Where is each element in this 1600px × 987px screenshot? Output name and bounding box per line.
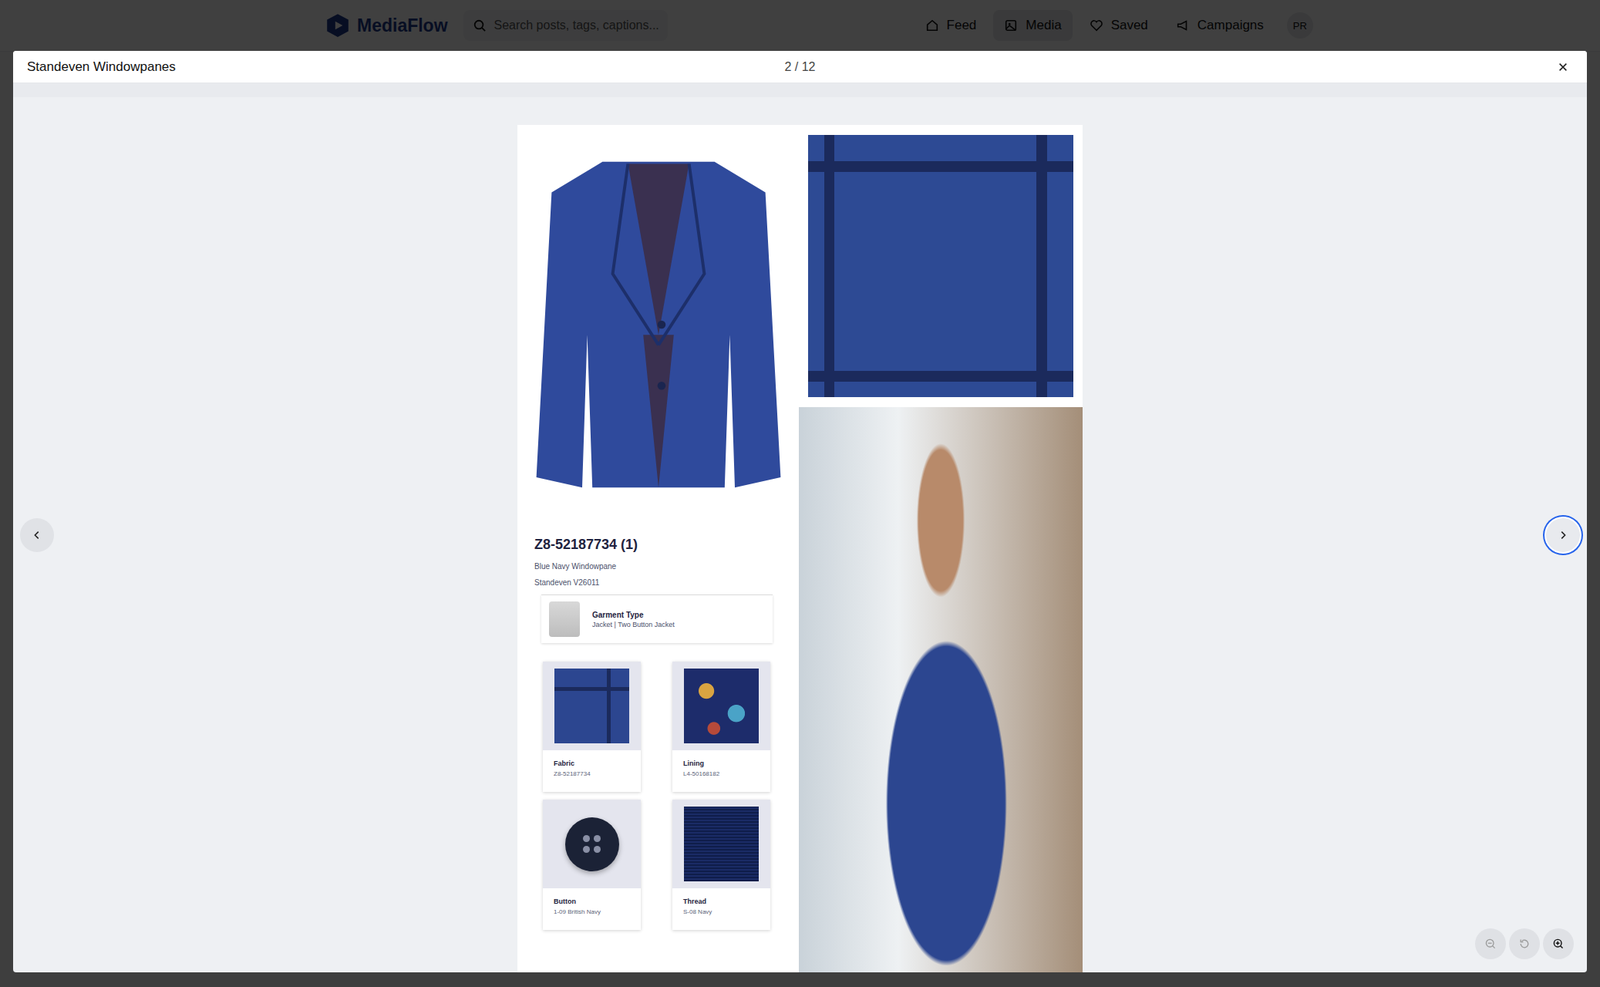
modal-overlay: Standeven Windowpanes 2 / 12 Z8-52187734 (… bbox=[0, 0, 1600, 987]
fabric-swatch-photo bbox=[798, 124, 1083, 408]
component-code: L4-50168182 bbox=[683, 770, 760, 778]
component-code: S-08 Navy bbox=[683, 908, 760, 916]
component-label: Lining bbox=[683, 759, 760, 768]
product-sheet: Z8-52187734 (1) Blue Navy Windowpane Stand… bbox=[517, 124, 1083, 973]
close-icon bbox=[1557, 61, 1569, 73]
garment-type-card: Garment TypeJacket | Two Button Jacket bbox=[541, 594, 773, 644]
viewer-header: Standeven Windowpanes 2 / 12 bbox=[13, 50, 1587, 84]
product-code: Z8-52187734 (1) bbox=[534, 536, 782, 553]
garment-value: Jacket | Two Button Jacket bbox=[592, 620, 675, 629]
jacket-photo bbox=[517, 124, 799, 525]
garment-label: Garment Type bbox=[592, 610, 675, 620]
media-viewer: Standeven Windowpanes 2 / 12 Z8-52187734 (… bbox=[13, 50, 1587, 973]
chevron-right-icon bbox=[1557, 529, 1569, 541]
zoom-out-button[interactable] bbox=[1475, 928, 1506, 960]
component-card: Thread S-08 Navy bbox=[672, 799, 771, 930]
product-collection: Standeven V26011 bbox=[534, 578, 782, 587]
component-card: Fabric Z8-52187734 bbox=[542, 661, 641, 792]
image-counter: 2 / 12 bbox=[784, 60, 816, 75]
zoom-in-icon bbox=[1552, 937, 1565, 950]
component-label: Fabric bbox=[553, 759, 630, 768]
component-code: Z8-52187734 bbox=[553, 770, 630, 778]
button-swatch bbox=[565, 817, 620, 872]
component-label: Button bbox=[553, 897, 630, 906]
component-thumbnail bbox=[542, 661, 641, 751]
garment-thumbnail bbox=[549, 601, 580, 637]
reset-icon bbox=[1518, 937, 1531, 950]
viewer-stage: Z8-52187734 (1) Blue Navy Windowpane Stand… bbox=[13, 83, 1587, 973]
component-thumbnail bbox=[672, 661, 771, 751]
component-thumbnail bbox=[542, 799, 641, 889]
product-info: Z8-52187734 (1) Blue Navy Windowpane Stand… bbox=[517, 524, 799, 930]
product-name: Blue Navy Windowpane bbox=[534, 562, 782, 571]
sheet-left: Z8-52187734 (1) Blue Navy Windowpane Stand… bbox=[517, 124, 799, 973]
prev-button[interactable] bbox=[20, 518, 54, 553]
viewer-title: Standeven Windowpanes bbox=[26, 59, 176, 75]
zoom-out-icon bbox=[1484, 937, 1497, 950]
component-thumbnail bbox=[672, 799, 771, 889]
component-card: Lining L4-50168182 bbox=[672, 661, 771, 792]
reset-zoom-button[interactable] bbox=[1509, 928, 1540, 960]
component-card: Button 1-09 British Navy bbox=[542, 799, 641, 930]
component-code: 1-09 British Navy bbox=[553, 908, 630, 916]
zoom-in-button[interactable] bbox=[1542, 928, 1574, 960]
zoom-controls bbox=[1475, 928, 1574, 960]
jacket-icon bbox=[531, 151, 786, 499]
swatch bbox=[554, 668, 630, 744]
page: MediaFlowSearch posts, tags, captions...… bbox=[0, 0, 1600, 987]
swatch bbox=[683, 806, 759, 882]
chevron-left-icon bbox=[31, 529, 43, 541]
close-button[interactable] bbox=[1552, 57, 1574, 78]
sheet-right bbox=[798, 124, 1083, 973]
component-grid: Fabric Z8-52187734 Lining L4-50168182 Button… bbox=[542, 661, 782, 930]
swatch bbox=[683, 668, 759, 744]
component-label: Thread bbox=[683, 897, 760, 906]
next-button[interactable] bbox=[1546, 518, 1580, 553]
model-photo bbox=[798, 407, 1083, 973]
